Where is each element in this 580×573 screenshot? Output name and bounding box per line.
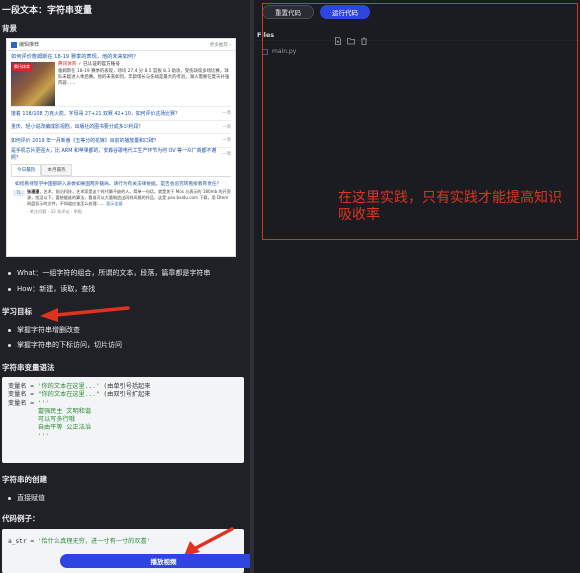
syntax-code-str: 自由平等 公正法治 <box>37 424 92 432</box>
syntax-code-block: 变量名 = '你的文本在这里...' (由单引号括起来 变量名 = "你的文本在这… <box>2 377 244 463</box>
syntax-code-line: ''' <box>8 433 244 441</box>
syntax-code-str: 富强民主 文明和谐 <box>37 407 92 415</box>
editor-pane: 重置代码 运行代码 Files main.py 在这里实践，只有实践才能提高知识… <box>254 0 580 573</box>
brand-label: 编辑推荐 <box>19 42 40 48</box>
example-code-string: '恰什么真理无穷，进一寸有一寸的欢喜' <box>37 538 151 545</box>
syntax-code-pre: 变量名 = <box>8 383 38 390</box>
screenshot-list-row-time: 一周 <box>222 124 231 130</box>
goal-item-1: 掌握字符串增删改查 <box>8 325 80 335</box>
syntax-code-post: (由单引号括起来 <box>99 383 151 390</box>
answer-badge: TL <box>13 190 25 196</box>
feature-author: 腾讯体育 ✓ 已认证的官方账号 <box>58 62 231 68</box>
tab-today: 今日最热 <box>11 164 42 176</box>
syntax-code-post: (由双引号扩起来 <box>99 391 151 399</box>
brand-icon <box>11 41 17 48</box>
feature-author-name: 腾讯体育 ✓ <box>58 62 82 67</box>
syntax-code-str: 可以写多行哦 <box>37 416 75 424</box>
screenshot-question-list: 接着 118/108 力克火箭，字母哥 27+21 双赛 42+10，如何评价这… <box>7 106 235 161</box>
answer-text: 艺术、前沿科技，艺术家是这个时代最不缺的人。简单一句话，就是关于 Mos 与表示… <box>27 189 231 206</box>
syntax-code-line: 变量名 = "你的文本在这里..." (由双引号扩起来 <box>8 391 244 399</box>
syntax-code-pre: 变量名 = <box>8 391 38 399</box>
create-heading: 字符串的创建 <box>2 475 47 484</box>
screenshot-list-row: 如何评价 2019 年一月新番《五等分的花嫁》目前的播放量和口碑？ 一周 <box>11 133 231 147</box>
example-code-prefix: a_str = <box>8 538 38 545</box>
create-bullet: 直接赋值 <box>8 493 45 503</box>
screenshot-list-row: 重庆、轻小说改编成影视剧，出版社的图书要分成多少利润？ 一周 <box>11 119 231 134</box>
syntax-code-pre: 变量名 = <box>8 399 38 407</box>
app-root: 一段文本：字符串变量 背景 编辑推荐 更多推荐 › 如何评价詹姆斯在 18-19… <box>0 0 580 573</box>
answer-author: 张漫漫 <box>27 189 40 194</box>
screenshot-list-row-text: 接着 118/108 力克火箭，字母哥 27+21 双赛 42+10，如何评价这… <box>11 110 180 117</box>
screenshot-list-row: 接着 118/108 力克火箭，字母哥 27+21 双赛 42+10，如何评价这… <box>11 106 231 120</box>
bullet-how: How：新建，读取，查找 <box>8 284 95 294</box>
tab-month: 本月最热 <box>41 164 72 176</box>
feature-author-tag: 已认证的官方账号 <box>83 62 120 67</box>
syntax-code-line: 自由平等 公正法治 <box>8 424 244 432</box>
screenshot-answer: TL 张漫漫，艺术、前沿科技，艺术家是这个时代最不缺的人。简单一句话，就是关于 … <box>7 187 235 207</box>
answer-body: 张漫漫，艺术、前沿科技，艺术家是这个时代最不缺的人。简单一句话，就是关于 Mos… <box>27 189 231 206</box>
syntax-code-pre <box>8 433 38 440</box>
screenshot-list-row-text: 重庆、轻小说改编成影视剧，出版社的图书要分成多少利润？ <box>11 124 144 131</box>
screenshot-list-row-time: 一周 <box>222 151 231 157</box>
screenshot-question-2: 如何看待现学中国部研入表委如果国两外籍局，请行为有关法律依据，是否会追究转看接教… <box>11 176 231 187</box>
screenshot-list-row-text: 如何评价 2019 年一月新番《五等分的花嫁》目前的播放量和口碑？ <box>11 137 159 144</box>
screenshot-list-row-time: 一周 <box>222 111 231 117</box>
syntax-code-str: '你的文本在这里...' <box>37 383 100 390</box>
syntax-code-str: ''' <box>37 399 49 407</box>
screenshot-feature: 腾讯体育 腾讯体育 ✓ 已认证的官方账号 詹姆斯在 18-19 赛季的表现，场均… <box>7 60 235 106</box>
answer-more-link: 显示全部 <box>106 201 123 206</box>
syntax-code-str: "你的文本在这里..." <box>37 391 100 399</box>
red-arrow-icon <box>40 306 130 322</box>
goal-item-2: 掌握字符串的下标访问，切片访问 <box>8 340 122 350</box>
syntax-code-pre <box>8 408 38 415</box>
goals-heading: 学习目标 <box>2 307 32 316</box>
syntax-code-line: 变量名 = ''' <box>8 400 244 408</box>
syntax-code-line: 富强民主 文明和谐 <box>8 408 244 416</box>
answer-actions: · 关注问题 · 32 条评论 · 举报 <box>27 209 82 214</box>
syntax-code-pre <box>8 424 38 431</box>
feature-excerpt: 詹姆斯在 18-19 赛季的表现，场均 27.4 分 8.5 篮板 8.3 助攻… <box>58 69 230 86</box>
screenshot-list-row-time: 一周 <box>222 138 231 144</box>
lesson-pane[interactable]: 一段文本：字符串变量 背景 编辑推荐 更多推荐 › 如何评价詹姆斯在 18-19… <box>0 0 250 573</box>
screenshot-tabs: 今日最热 本月最热 <box>7 162 235 176</box>
screenshot-list-row-text: 是手机芯片更强大，比 ARM 和苹果都的，安森谷歌电代工生产环节为何 OV 等一… <box>11 147 217 161</box>
play-video-button[interactable]: 播放视频 <box>60 554 267 568</box>
example-heading: 代码例子： <box>2 514 40 523</box>
feature-photo: 腾讯体育 <box>11 62 55 106</box>
screenshot-topbar: 编辑推荐 更多推荐 › <box>7 39 235 51</box>
feature-photo-tag: 腾讯体育 <box>12 63 32 71</box>
syntax-code-str: ''' <box>37 432 49 440</box>
syntax-code-pre <box>8 416 38 423</box>
bullet-what: What：一组字符的组合，所谓的文本，段落，篇章都是字符串 <box>8 268 210 278</box>
screenshot-more-link: 更多推荐 › <box>209 42 231 48</box>
screenshot-list-row: 是手机芯片更强大，比 ARM 和苹果都的，安森谷歌电代工生产环节为何 OV 等一… <box>11 146 231 161</box>
background-heading: 背景 <box>2 24 17 33</box>
syntax-heading: 字符串变量语法 <box>2 363 55 372</box>
feature-text-block: 腾讯体育 ✓ 已认证的官方账号 詹姆斯在 18-19 赛季的表现，场均 27.4… <box>58 62 231 106</box>
screenshot-question-1: 如何评价詹姆斯在 18-19 赛季的表现，他的未来如何？ <box>11 54 139 60</box>
practice-annotation-text: 在这里实践，只有实践才能提高知识吸收率 <box>338 190 562 223</box>
screenshot-brand: 编辑推荐 <box>11 41 39 48</box>
lesson-title: 一段文本：字符串变量 <box>2 6 93 16</box>
example-screenshot: 编辑推荐 更多推荐 › 如何评价詹姆斯在 18-19 赛季的表现，他的未来如何？… <box>6 38 236 257</box>
